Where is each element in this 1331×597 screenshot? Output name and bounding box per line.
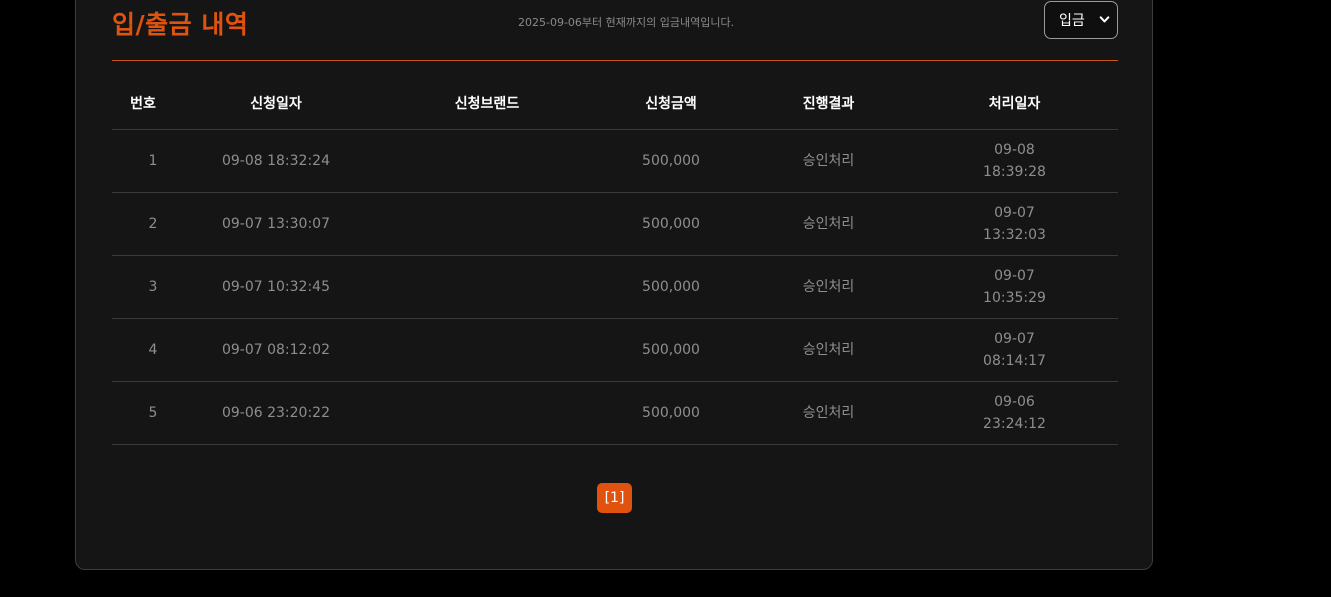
row-number: 3 — [112, 255, 174, 319]
transaction-type-value: 입금 — [1059, 13, 1085, 29]
column-header-amount: 신청금액 — [596, 76, 746, 130]
amount: 500,000 — [596, 129, 746, 193]
request-date: 09-06 23:20:22 — [174, 381, 378, 445]
amount: 500,000 — [596, 255, 746, 319]
processed-date: 09-08 — [994, 142, 1035, 158]
amount: 500,000 — [596, 318, 746, 382]
history-table: 번호 신청일자 신청브랜드 신청금액 진행결과 처리일자 1 09-08 18:… — [112, 76, 1118, 445]
table-row: 3 09-07 10:32:45 500,000 승인처리 09-07 10:35… — [112, 255, 1118, 319]
chevron-down-icon — [1099, 16, 1110, 23]
pagination-current-page[interactable]: [1] — [597, 483, 632, 513]
brand — [378, 192, 596, 256]
table-row: 1 09-08 18:32:24 500,000 승인처리 09-08 18:39… — [112, 129, 1118, 193]
header-divider — [112, 60, 1118, 61]
request-date: 09-07 10:32:45 — [174, 255, 378, 319]
processed-time: 23:24:12 — [983, 416, 1046, 432]
request-date: 09-07 08:12:02 — [174, 318, 378, 382]
transaction-type-select[interactable]: 입금 — [1044, 1, 1118, 39]
row-number: 2 — [112, 192, 174, 256]
table-row: 4 09-07 08:12:02 500,000 승인처리 09-07 08:14… — [112, 318, 1118, 382]
row-number: 4 — [112, 318, 174, 382]
brand — [378, 381, 596, 445]
period-notice: 2025-09-06부터 현재까지의 입금내역입니다. — [518, 16, 735, 29]
column-header-brand: 신청브랜드 — [378, 76, 596, 130]
table-row: 5 09-06 23:20:22 500,000 승인처리 09-06 23:24… — [112, 381, 1118, 445]
status: 승인처리 — [746, 318, 911, 382]
status: 승인처리 — [746, 381, 911, 445]
history-panel: 입/출금 내역 2025-09-06부터 현재까지의 입금내역입니다. 입금 번… — [75, 0, 1153, 570]
page-title: 입/출금 내역 — [112, 10, 249, 39]
row-number: 5 — [112, 381, 174, 445]
status: 승인처리 — [746, 255, 911, 319]
amount: 500,000 — [596, 192, 746, 256]
processed-datetime: 09-07 13:32:03 — [911, 192, 1118, 256]
processed-date: 09-06 — [994, 394, 1035, 410]
column-header-request-date: 신청일자 — [174, 76, 378, 130]
processed-date: 09-07 — [994, 331, 1035, 347]
request-date: 09-07 13:30:07 — [174, 192, 378, 256]
processed-time: 13:32:03 — [983, 227, 1046, 243]
column-header-processed-date: 처리일자 — [911, 76, 1118, 130]
processed-datetime: 09-06 23:24:12 — [911, 381, 1118, 445]
brand — [378, 255, 596, 319]
processed-time: 08:14:17 — [983, 353, 1046, 369]
history-header: 입/출금 내역 2025-09-06부터 현재까지의 입금내역입니다. 입금 — [112, 1, 1118, 51]
row-number: 1 — [112, 129, 174, 193]
brand — [378, 318, 596, 382]
status: 승인처리 — [746, 129, 911, 193]
processed-time: 18:39:28 — [983, 164, 1046, 180]
processed-datetime: 09-08 18:39:28 — [911, 129, 1118, 193]
table-row: 2 09-07 13:30:07 500,000 승인처리 09-07 13:32… — [112, 192, 1118, 256]
table-header-row: 번호 신청일자 신청브랜드 신청금액 진행결과 처리일자 — [112, 76, 1118, 130]
brand — [378, 129, 596, 193]
amount: 500,000 — [596, 381, 746, 445]
request-date: 09-08 18:32:24 — [174, 129, 378, 193]
column-header-number: 번호 — [112, 76, 174, 130]
column-header-status: 진행결과 — [746, 76, 911, 130]
processed-datetime: 09-07 10:35:29 — [911, 255, 1118, 319]
processed-date: 09-07 — [994, 268, 1035, 284]
processed-date: 09-07 — [994, 205, 1035, 221]
status: 승인처리 — [746, 192, 911, 256]
processed-time: 10:35:29 — [983, 290, 1046, 306]
processed-datetime: 09-07 08:14:17 — [911, 318, 1118, 382]
